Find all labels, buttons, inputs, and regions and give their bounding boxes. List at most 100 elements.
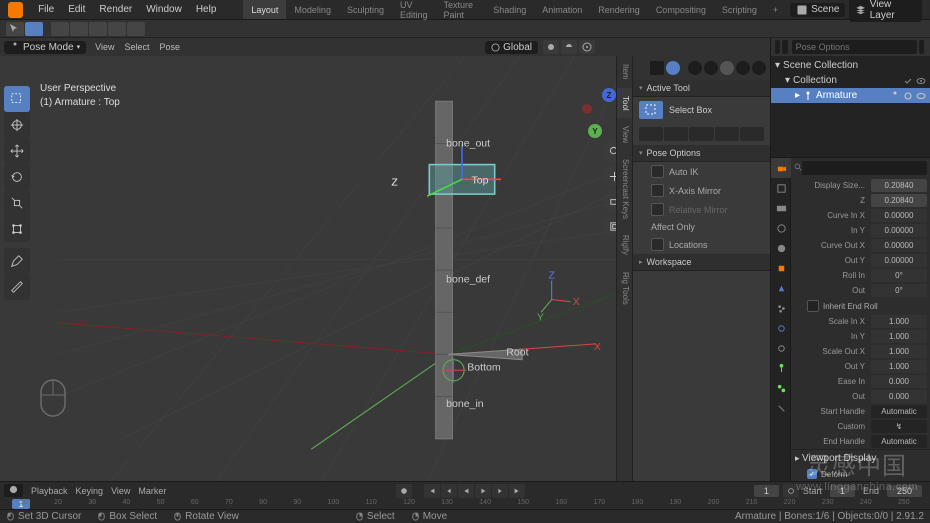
tl-keying[interactable]: Keying	[72, 486, 108, 496]
vp-gizmo-btn[interactable]	[650, 61, 664, 75]
check-icon[interactable]	[903, 76, 913, 86]
cursor-mode-icon[interactable]	[6, 22, 24, 36]
prop-tab-viewlayer[interactable]	[771, 198, 791, 218]
chk-xmirror[interactable]: X-Axis Mirror	[633, 181, 770, 200]
panel-workspace[interactable]: Workspace	[633, 254, 770, 271]
axis-y[interactable]: Y	[588, 124, 602, 138]
val-start-handle[interactable]: Automatic	[871, 405, 927, 418]
val-in-y[interactable]: 0.00000	[871, 224, 927, 237]
prop-tab-bone[interactable]	[771, 378, 791, 398]
tl-next-key[interactable]	[492, 484, 508, 498]
val-out2[interactable]: 0.000	[871, 390, 927, 403]
prop-tab-world[interactable]	[771, 238, 791, 258]
mode-selector[interactable]: Pose Mode ▾	[4, 41, 86, 54]
vp-select[interactable]: Select	[119, 42, 154, 52]
menu-file[interactable]: File	[31, 0, 61, 19]
ws-rendering[interactable]: Rendering	[590, 0, 648, 19]
val-custom[interactable]: ↯	[871, 420, 927, 433]
outliner-filter-btn[interactable]	[919, 40, 924, 54]
tool-move[interactable]	[4, 138, 30, 164]
orientation-selector[interactable]: Global	[485, 41, 538, 54]
val-z[interactable]: 0.20840	[871, 194, 927, 207]
ntab-rigtools[interactable]: Rig Tools	[617, 264, 632, 313]
tl-autokey[interactable]	[396, 484, 412, 498]
tl-jump-end[interactable]	[509, 484, 525, 498]
ws-texpaint[interactable]: Texture Paint	[436, 0, 486, 19]
chk-auto-ik[interactable]: Auto IK	[633, 162, 770, 181]
blender-logo[interactable]	[8, 2, 23, 18]
val-scale-in-x[interactable]: 1.000	[871, 315, 927, 328]
prop-tab-modifier[interactable]	[771, 278, 791, 298]
axis-neg-x[interactable]	[582, 104, 592, 114]
snap-btn[interactable]	[561, 40, 577, 54]
prop-tab-data[interactable]	[771, 358, 791, 378]
snap-btn-3[interactable]	[89, 22, 107, 36]
tool-annotate[interactable]	[4, 248, 30, 274]
val-display-size[interactable]: 0.20840	[871, 179, 927, 192]
val-ease-in[interactable]: 0.000	[871, 375, 927, 388]
val-out-y[interactable]: 0.00000	[871, 254, 927, 267]
snap-btn-5[interactable]	[127, 22, 145, 36]
panel-pose-options[interactable]: Pose Options	[633, 145, 770, 162]
tool-select-box[interactable]	[4, 86, 30, 112]
tl-current-frame[interactable]: 1	[754, 485, 779, 497]
vp-shading-2[interactable]	[720, 61, 734, 75]
vp-pose[interactable]: Pose	[154, 42, 185, 52]
ws-layout[interactable]: Layout	[243, 0, 286, 19]
ws-uv[interactable]: UV Editing	[392, 0, 436, 19]
val-out[interactable]: 0°	[871, 284, 927, 297]
outliner-search[interactable]	[792, 40, 917, 54]
pose-icon[interactable]	[903, 91, 913, 101]
snap-btn-2[interactable]	[70, 22, 88, 36]
vp-overlay-btn[interactable]	[666, 61, 680, 75]
tl-playback[interactable]: Playback	[27, 486, 72, 496]
tl-play[interactable]	[475, 484, 491, 498]
ntab-item[interactable]: Item	[617, 56, 632, 88]
prop-tab-constraints[interactable]	[771, 338, 791, 358]
prop-tab-scene[interactable]	[771, 218, 791, 238]
tool-rotate[interactable]	[4, 164, 30, 190]
panel-active-tool[interactable]: Active Tool	[633, 80, 770, 97]
prop-tab-object[interactable]	[771, 258, 791, 278]
timeline-track[interactable]: 1 10203040506070809010011012013014015016…	[0, 499, 930, 509]
scene-selector[interactable]: Scene	[790, 3, 845, 17]
tool-mode-2[interactable]	[664, 127, 688, 141]
viewlayer-selector[interactable]: View Layer	[849, 0, 922, 22]
proportional-btn[interactable]	[579, 40, 595, 54]
val-out-y2[interactable]: 1.000	[871, 360, 927, 373]
ntab-rigify[interactable]: Rigify	[617, 227, 632, 263]
tl-prev-key[interactable]	[441, 484, 457, 498]
tool-transform[interactable]	[4, 216, 30, 242]
eye-icon[interactable]	[916, 76, 926, 86]
outliner-collection[interactable]: ▾Collection	[771, 73, 930, 88]
prop-tab-render[interactable]	[771, 158, 791, 178]
chk-locations[interactable]: Locations	[633, 235, 770, 254]
val-roll-in[interactable]: 0°	[871, 269, 927, 282]
tl-marker[interactable]: Marker	[134, 486, 170, 496]
pivot-btn[interactable]	[543, 40, 559, 54]
chk-inherit-end-roll[interactable]: Inherit End Roll	[791, 298, 930, 314]
vp-xray-btn[interactable]	[688, 61, 702, 75]
tool-cursor[interactable]	[4, 112, 30, 138]
outliner-display-btn[interactable]	[782, 40, 787, 54]
prop-tab-physics[interactable]	[771, 318, 791, 338]
prop-tab-boneconstraint[interactable]	[771, 398, 791, 418]
vp-shading-1[interactable]	[704, 61, 718, 75]
outliner-scene-collection[interactable]: ▾Scene Collection	[771, 58, 930, 73]
ws-compositing[interactable]: Compositing	[648, 0, 714, 19]
ntab-tool[interactable]: Tool	[617, 88, 632, 119]
tool-scale[interactable]	[4, 190, 30, 216]
tool-measure[interactable]	[4, 274, 30, 300]
ntab-view[interactable]: View	[617, 118, 632, 151]
prop-tab-output[interactable]	[771, 178, 791, 198]
val-in-y2[interactable]: 1.000	[871, 330, 927, 343]
outliner-armature[interactable]: ▸ Armature	[771, 88, 930, 103]
prop-tab-particles[interactable]	[771, 298, 791, 318]
ws-animation[interactable]: Animation	[534, 0, 590, 19]
val-curve-out-x[interactable]: 0.00000	[871, 239, 927, 252]
ws-sculpting[interactable]: Sculpting	[339, 0, 392, 19]
ws-modeling[interactable]: Modeling	[286, 0, 339, 19]
outliner-editor-btn[interactable]	[775, 40, 780, 54]
active-tool-icon[interactable]	[639, 101, 663, 119]
ws-scripting[interactable]: Scripting	[714, 0, 765, 19]
